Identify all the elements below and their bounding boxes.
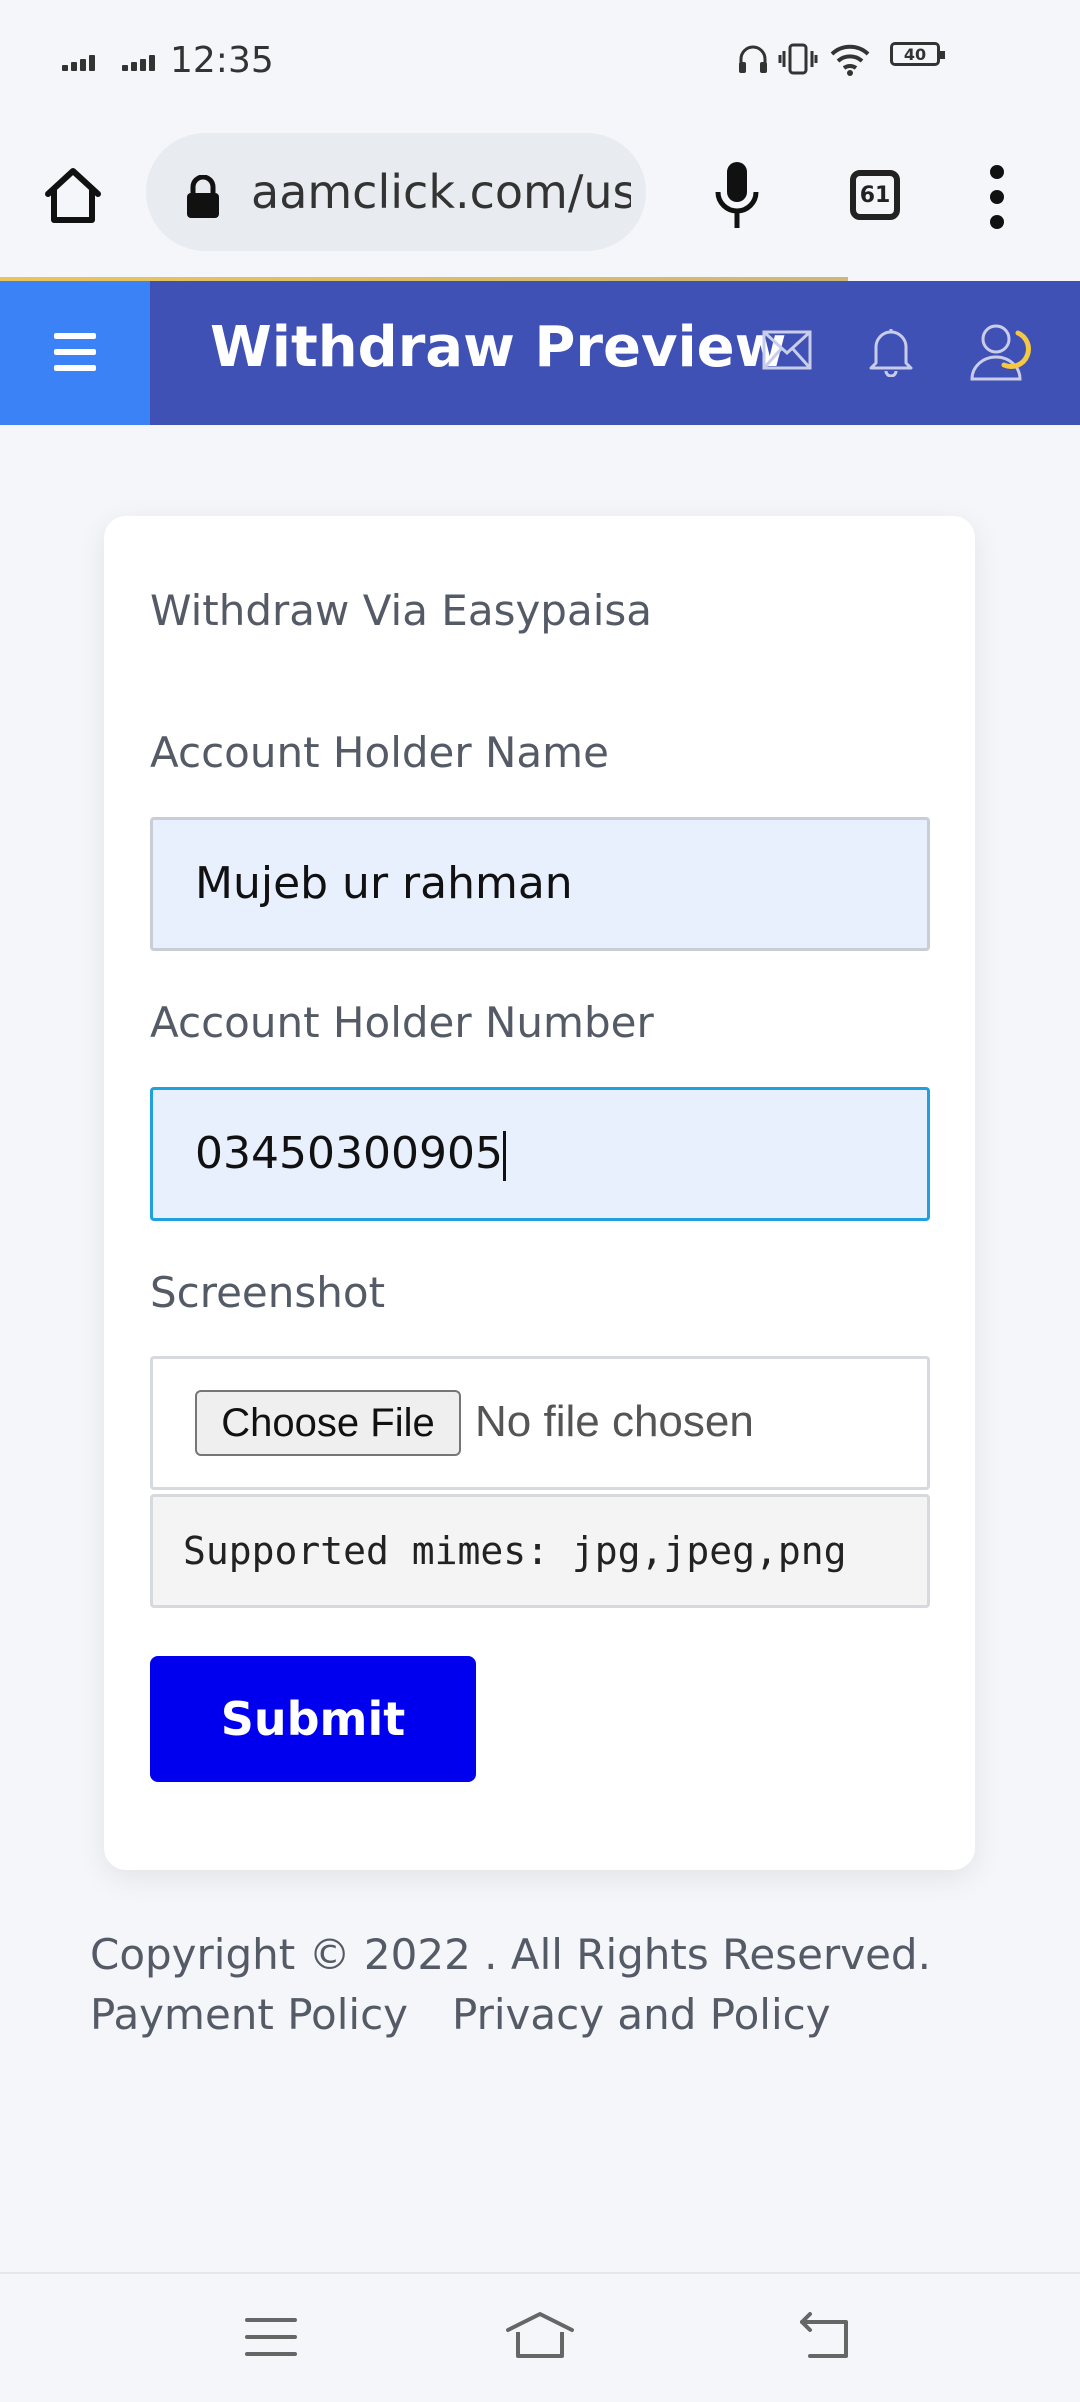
name-label: Account Holder Name (150, 728, 609, 777)
home-nav-icon[interactable] (504, 2310, 576, 2360)
screenshot-file-input[interactable]: Choose File No file chosen (150, 1356, 930, 1490)
card-title: Withdraw Via Easypaisa (150, 586, 652, 635)
tabs-icon[interactable]: 61 (850, 170, 900, 220)
back-icon[interactable] (796, 2312, 852, 2360)
privacy-policy-link[interactable]: Privacy and Policy (452, 1990, 831, 2039)
url-text: aamclick.com/us (251, 165, 631, 219)
headphones-icon (739, 45, 767, 73)
user-icon[interactable] (968, 319, 1038, 383)
signal-icon (122, 55, 162, 71)
recent-apps-icon[interactable] (244, 2316, 298, 2358)
signal-icon (62, 55, 102, 71)
lock-icon (187, 175, 219, 218)
system-nav-bar (0, 2272, 1080, 2402)
status-bar: 12:35 40 (0, 0, 1080, 120)
submit-button[interactable]: Submit (150, 1656, 476, 1782)
browser-toolbar: aamclick.com/us 61 (0, 120, 1080, 278)
withdraw-card: Withdraw Via Easypaisa Account Holder Na… (104, 516, 975, 1870)
page-title: Withdraw Preview (210, 315, 787, 380)
battery-level: 40 (903, 44, 927, 64)
vibrate-icon (778, 43, 818, 75)
supported-mimes-hint: Supported mimes: jpg,jpeg,png (150, 1494, 930, 1608)
no-file-chosen-text: No file chosen (475, 1397, 754, 1446)
mail-icon[interactable] (762, 329, 812, 371)
microphone-icon[interactable] (712, 160, 762, 232)
menu-button[interactable] (0, 281, 150, 425)
bell-icon[interactable] (868, 325, 914, 377)
home-icon[interactable] (42, 164, 104, 226)
wifi-icon (830, 44, 870, 76)
choose-file-button[interactable]: Choose File (195, 1390, 461, 1456)
account-number-value: 03450300905 (195, 1128, 503, 1179)
battery-tip (940, 51, 945, 59)
tab-count: 61 (859, 182, 891, 208)
text-cursor (502, 1131, 506, 1181)
more-vert-icon[interactable] (982, 162, 1012, 232)
account-number-input[interactable]: 03450300905 (150, 1087, 930, 1221)
status-time: 12:35 (170, 40, 274, 81)
number-label: Account Holder Number (150, 998, 654, 1047)
copyright-text: Copyright © 2022 . All Rights Reserved. (90, 1930, 931, 1979)
account-name-input[interactable]: Mujeb ur rahman (150, 817, 930, 951)
battery-icon: 40 (890, 42, 940, 66)
app-header: Withdraw Preview (0, 281, 1080, 425)
payment-policy-link[interactable]: Payment Policy (90, 1990, 408, 2039)
address-bar[interactable]: aamclick.com/us (146, 133, 646, 251)
screenshot-label: Screenshot (150, 1268, 386, 1317)
